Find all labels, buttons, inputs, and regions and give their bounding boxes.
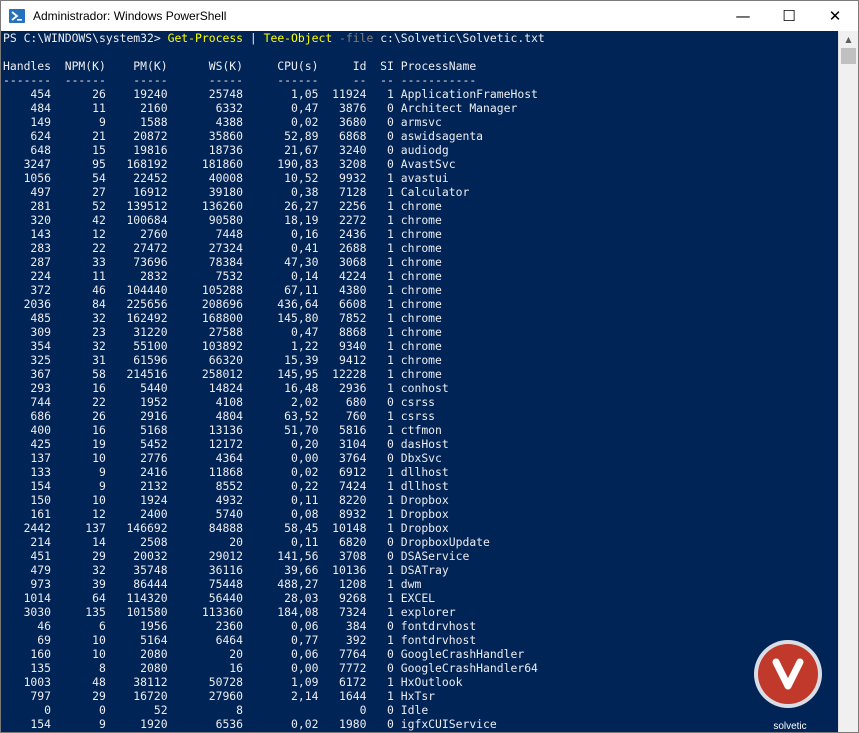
table-row: 1003 48 38112 50728 1,09 6172 1 HxOutloo… — [3, 675, 463, 689]
solvetic-logo-icon — [754, 640, 822, 708]
table-row: 451 29 20032 29012 141,56 3708 0 DSAServ… — [3, 549, 470, 563]
table-row: 150 10 1924 4932 0,11 8220 1 Dropbox — [3, 493, 449, 507]
table-row: 400 16 5168 13136 51,70 5816 1 ctfmon — [3, 423, 442, 437]
table-row: 454 26 19240 25748 1,05 11924 1 Applicat… — [3, 87, 538, 101]
table-row: 485 32 162492 168800 145,80 7852 1 chrom… — [3, 311, 442, 325]
pipe-symbol: | — [243, 31, 264, 45]
powershell-icon — [9, 9, 25, 23]
table-row: 3247 95 168192 181860 190,83 3208 0 Avas… — [3, 157, 456, 171]
table-row: 497 27 16912 39180 0,38 7128 1 Calculato… — [3, 185, 470, 199]
prompt-line: PS C:\WINDOWS\system32> Get-Process | Te… — [1, 31, 840, 45]
table-row: 2442 137 146692 84888 58,45 10148 1 Drop… — [3, 521, 449, 535]
table-row: 973 39 86444 75448 488,27 1208 1 dwm — [3, 577, 422, 591]
minimize-icon: — — [735, 7, 751, 25]
scroll-thumb[interactable] — [841, 48, 856, 64]
table-row: 137 10 2776 4364 0,00 3764 0 DbxSvc — [3, 451, 442, 465]
table-header-underline: ------- ------ ----- ----- ------ -- -- … — [3, 73, 477, 87]
maximize-icon: ☐ — [782, 7, 796, 25]
table-row: 224 11 2832 7532 0,14 4224 1 chrome — [3, 269, 442, 283]
table-row: 648 15 19816 18736 21,67 3240 0 audiodg — [3, 143, 449, 157]
table-row: 149 9 1588 4388 0,02 3680 0 armsvc — [3, 115, 442, 129]
close-icon: ✕ — [828, 7, 842, 25]
table-row: 293 16 5440 14824 16,48 2936 1 conhost — [3, 381, 449, 395]
powershell-window: Administrador: Windows PowerShell — ☐ ✕ … — [0, 0, 859, 733]
table-row: 160 10 2080 20 0,06 7764 0 GoogleCrashHa… — [3, 647, 525, 661]
table-row: 744 22 1952 4108 2,02 680 0 csrss — [3, 395, 436, 409]
table-row: 2036 84 225656 208696 436,64 6608 1 chro… — [3, 297, 442, 311]
vertical-scrollbar[interactable]: ▲ — [838, 31, 858, 732]
table-row: 69 10 5164 6464 0,77 392 1 fontdrvhost — [3, 633, 477, 647]
table-row: 143 12 2760 7448 0,16 2436 1 chrome — [3, 227, 442, 241]
table-header: Handles NPM(K) PM(K) WS(K) CPU(s) Id SI … — [3, 59, 477, 73]
table-row: 354 32 55100 103892 1,22 9340 1 chrome — [3, 339, 442, 353]
table-row: 154 9 1920 6536 0,02 1980 0 igfxCUIServi… — [3, 717, 497, 731]
command-get-process: Get-Process — [167, 31, 244, 45]
console-output[interactable]: PS C:\WINDOWS\system32> Get-Process | Te… — [1, 31, 840, 732]
minimize-button[interactable]: — — [720, 1, 766, 31]
parameter-file: -file — [332, 31, 381, 45]
table-row: 686 26 2916 4804 63,52 760 1 csrss — [3, 409, 436, 423]
table-row: 484 11 2160 6332 0,47 3876 0 Architect M… — [3, 101, 518, 115]
maximize-button[interactable]: ☐ — [766, 1, 812, 31]
prompt-path: PS C:\WINDOWS\system32> — [3, 31, 168, 45]
table-row: 214 14 2508 20 0,11 6820 0 DropboxUpdate — [3, 535, 490, 549]
table-row: 425 19 5452 12172 0,20 3104 0 dasHost — [3, 437, 449, 451]
table-row: 154 9 2132 8552 0,22 7424 1 dllhost — [3, 479, 449, 493]
table-row: 133 9 2416 11868 0,02 6912 1 dllhost — [3, 465, 449, 479]
table-row: 367 58 214516 258012 145,95 12228 1 chro… — [3, 367, 442, 381]
table-row: 161 12 2400 5740 0,08 8932 1 Dropbox — [3, 507, 449, 521]
process-table: 454 26 19240 25748 1,05 11924 1 Applicat… — [1, 87, 840, 731]
watermark-text: solvetic — [773, 721, 807, 732]
table-row: 3030 135 101580 113360 184,08 7324 1 exp… — [3, 605, 456, 619]
table-row: 325 31 61596 66320 15,39 9412 1 chrome — [3, 353, 442, 367]
table-row: 0 0 52 8 0 0 Idle — [3, 703, 429, 717]
table-row: 320 42 100684 90580 18,19 2272 1 chrome — [3, 213, 442, 227]
table-row: 135 8 2080 16 0,00 7772 0 GoogleCrashHan… — [3, 661, 538, 675]
table-row: 309 23 31220 27588 0,47 8868 1 chrome — [3, 325, 442, 339]
command-tee-object: Tee-Object — [263, 31, 333, 45]
table-row: 1056 54 22452 40008 10,52 9932 1 avastui — [3, 171, 449, 185]
window-title: Administrador: Windows PowerShell — [33, 9, 227, 23]
close-button[interactable]: ✕ — [812, 1, 858, 31]
table-row: 624 21 20872 35860 52,89 6868 0 aswidsag… — [3, 129, 484, 143]
scroll-up-arrow-icon[interactable]: ▲ — [839, 31, 858, 48]
table-row: 287 33 73696 78384 47,30 3068 1 chrome — [3, 255, 442, 269]
table-row: 1014 64 114320 56440 28,03 9268 1 EXCEL — [3, 591, 436, 605]
table-row: 283 22 27472 27324 0,41 2688 1 chrome — [3, 241, 442, 255]
table-row: 479 32 35748 36116 39,66 10136 1 DSATray — [3, 563, 449, 577]
file-path-argument: c:\Solvetic\Solvetic.txt — [380, 31, 545, 45]
title-bar[interactable]: Administrador: Windows PowerShell — ☐ ✕ — [1, 1, 858, 31]
table-row: 46 6 1956 2360 0,06 384 0 fontdrvhost — [3, 619, 477, 633]
table-row: 372 46 104440 105288 67,11 4380 1 chrome — [3, 283, 442, 297]
table-row: 797 29 16720 27960 2,14 1644 1 HxTsr — [3, 689, 436, 703]
table-row: 281 52 139512 136260 26,27 2256 1 chrome — [3, 199, 442, 213]
